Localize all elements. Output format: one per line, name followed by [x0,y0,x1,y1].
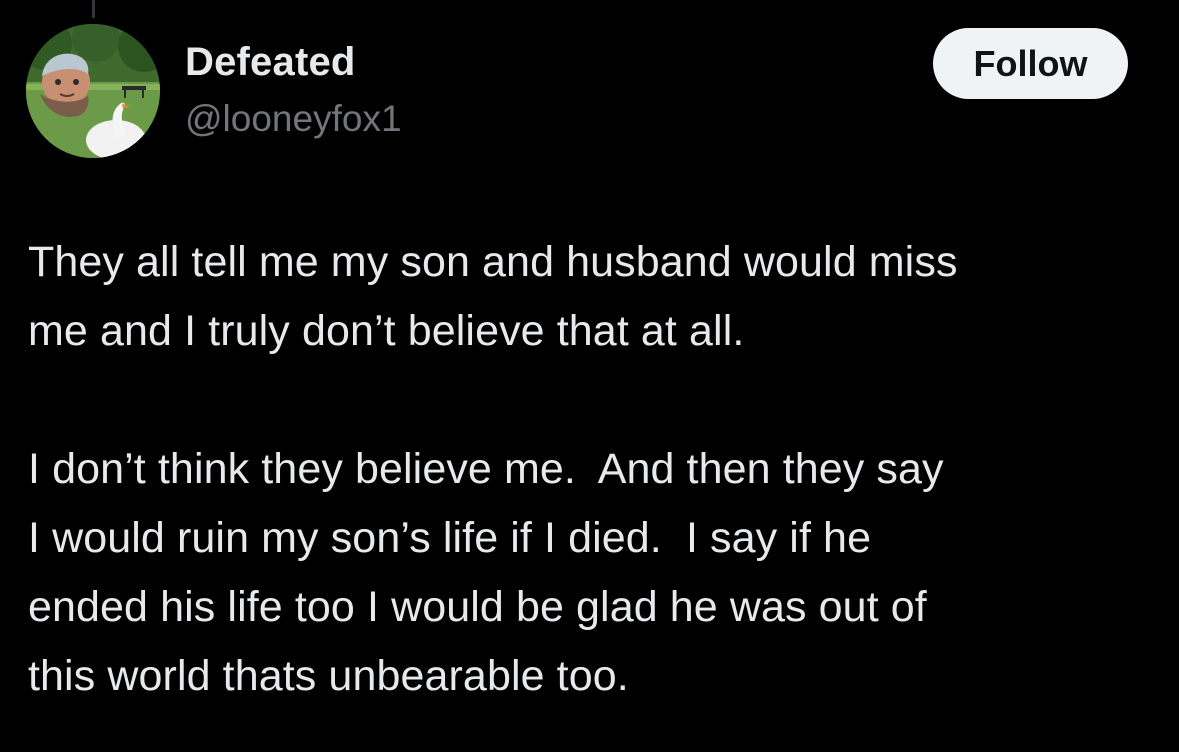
post-text-line: me and I truly don’t believe that at all… [28,307,745,355]
post-paragraph: I don’t think they believe me. And then … [28,435,1158,711]
display-name[interactable]: Defeated [185,40,356,85]
post-text-line: They all tell me my son and husband woul… [28,238,958,286]
post-text-line: this world thats unbearable too. [28,652,629,700]
post-text-line: I don’t think they believe me. And then … [28,445,944,493]
avatar[interactable] [26,24,160,158]
post-paragraph: They all tell me my son and husband woul… [28,228,1158,366]
post-text-line: ended his life too I would be glad he wa… [28,583,927,631]
post-text-line: I would ruin my son’s life if I died. I … [28,514,872,562]
post-header: Defeated @looneyfox1 Follow [0,0,1179,200]
profile-photo-icon [26,24,160,158]
user-handle[interactable]: @looneyfox1 [185,98,402,140]
post-text: They all tell me my son and husband woul… [28,228,1158,711]
follow-button[interactable]: Follow [933,28,1128,99]
